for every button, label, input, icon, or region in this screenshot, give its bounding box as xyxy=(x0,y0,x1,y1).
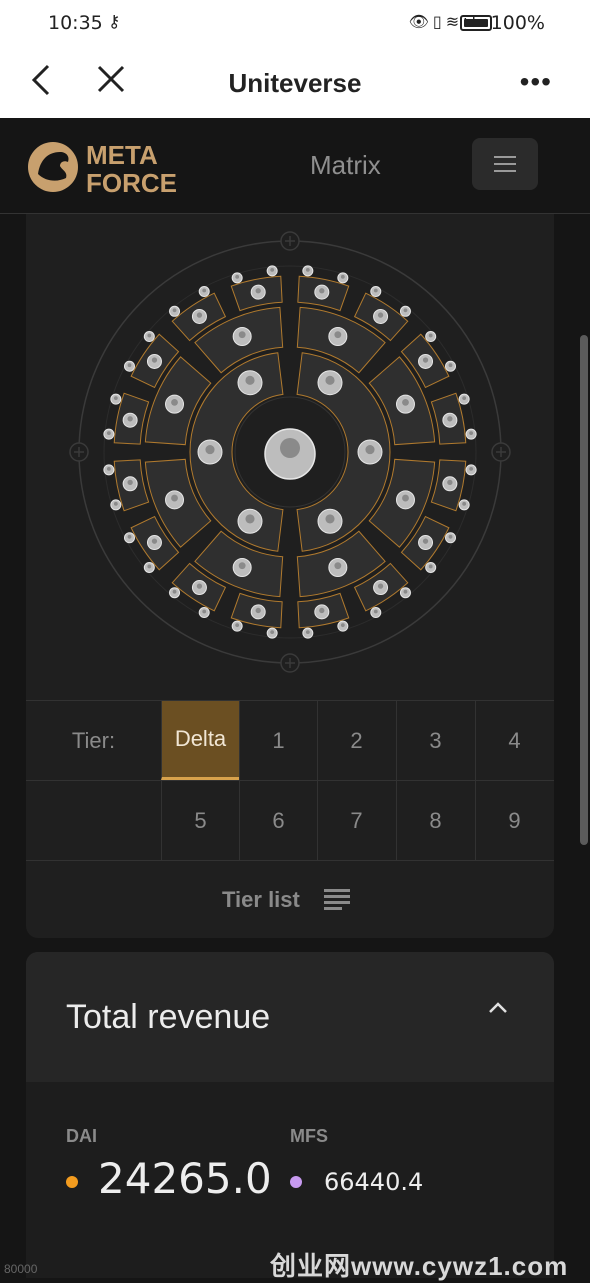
matrix-card: Tier: Delta 1 2 3 4 5 6 7 8 9 Tier list xyxy=(26,214,554,938)
tier-8[interactable]: 8 xyxy=(396,781,474,860)
tier-delta[interactable]: Delta xyxy=(161,701,239,780)
tier-2[interactable]: 2 xyxy=(317,701,395,780)
tier-list-button[interactable]: Tier list xyxy=(26,860,554,938)
tier-9[interactable]: 9 xyxy=(475,781,553,860)
revenue-header[interactable]: Total revenue xyxy=(26,952,554,1082)
tier-list-label: Tier list xyxy=(222,887,300,912)
battery-icon xyxy=(460,15,492,31)
tier-1[interactable]: 1 xyxy=(239,701,317,780)
app-header: META FORCE Matrix xyxy=(0,118,590,214)
watermark: 创业网www.cywz1.com xyxy=(270,1251,569,1281)
tier-row-1: Tier: Delta 1 2 3 4 xyxy=(26,700,554,780)
mfs-dot-icon xyxy=(290,1176,302,1188)
status-time: 10:35 xyxy=(48,12,103,34)
hamburger-menu-button[interactable] xyxy=(472,138,538,190)
revenue-card: Total revenue DAI MFS 24265.0 66440.4 xyxy=(26,952,554,1278)
section-title: Matrix xyxy=(310,150,381,180)
more-options-icon[interactable]: ••• xyxy=(520,66,552,98)
page-scrollbar[interactable] xyxy=(580,335,588,845)
browser-bar: Uniteverse ••• xyxy=(0,48,590,118)
list-icon xyxy=(324,889,350,911)
tier-7[interactable]: 7 xyxy=(317,781,395,860)
chevron-up-icon[interactable] xyxy=(486,998,510,1016)
meta-force-logo[interactable]: META FORCE xyxy=(26,140,216,194)
status-bar: 10:35 ⚷ 👁▯≋ıl 100% xyxy=(0,0,590,48)
tier-6[interactable]: 6 xyxy=(239,781,317,860)
dai-value: 24265.0 xyxy=(98,1154,272,1203)
mfs-value: 66440.4 xyxy=(324,1168,424,1196)
svg-text:META: META xyxy=(86,140,158,170)
tier-selector: Tier: Delta 1 2 3 4 5 6 7 8 9 Tier list xyxy=(26,700,554,938)
tier-5[interactable]: 5 xyxy=(161,781,239,860)
currency-dai-label: DAI xyxy=(66,1126,97,1146)
svg-text:FORCE: FORCE xyxy=(86,168,177,194)
battery-level: 100% xyxy=(490,12,545,34)
matrix-diagram xyxy=(69,231,511,673)
tier-label: Tier: xyxy=(71,728,116,753)
key-icon: ⚷ xyxy=(108,12,121,32)
tier-3[interactable]: 3 xyxy=(396,701,474,780)
browser-title: Uniteverse xyxy=(228,68,362,98)
revenue-title: Total revenue xyxy=(66,998,271,1036)
tier-row-2: 5 6 7 8 9 xyxy=(26,780,554,860)
tier-4[interactable]: 4 xyxy=(475,701,553,780)
clipped-value: 80000 xyxy=(4,1262,38,1276)
currency-mfs-label: MFS xyxy=(290,1126,328,1146)
dai-dot-icon xyxy=(66,1176,78,1188)
